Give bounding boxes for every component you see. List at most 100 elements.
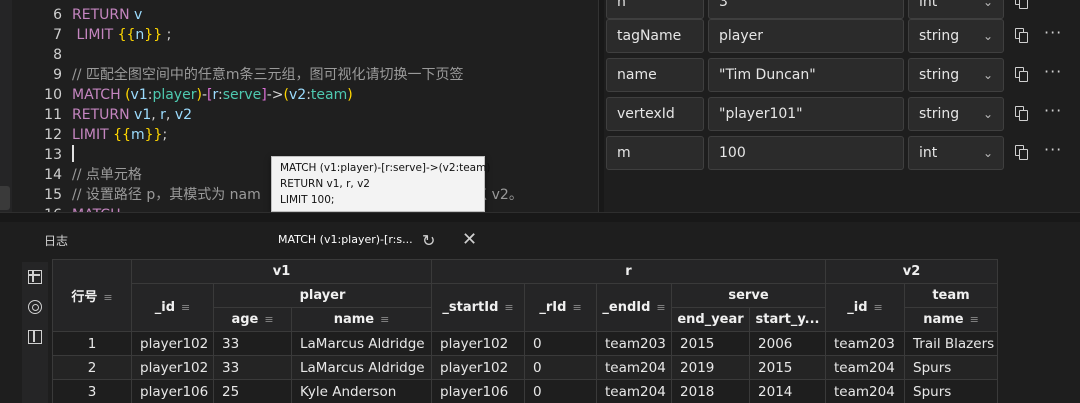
table-cell[interactable]: player102 — [431, 331, 526, 356]
header-name[interactable]: name ≡ — [290, 307, 433, 332]
header-v2-id[interactable]: _id ≡ — [825, 283, 906, 332]
table-cell[interactable]: 2006 — [749, 331, 827, 356]
table-cell[interactable]: 2018 — [671, 379, 751, 403]
table-cell[interactable]: 2014 — [749, 379, 827, 403]
code-line[interactable]: 8 — [0, 45, 598, 65]
sort-icon[interactable]: ≡ — [970, 313, 979, 326]
app-window: 6 RETURN v7 LIMIT {{n}} ; 8 9// 匹配全图空间中的任意m… — [0, 0, 1080, 403]
sort-icon[interactable]: ≡ — [656, 301, 665, 314]
table-cell[interactable]: LaMarcus Aldridge — [290, 355, 433, 380]
table-cell[interactable]: 2019 — [671, 355, 751, 380]
code-line[interactable]: 9 // 匹配全图空间中的任意m条三元组，图可视化请切换一下页签 — [0, 65, 598, 85]
copy-icon[interactable] — [1015, 28, 1029, 44]
header-start-year[interactable]: start_y... — [749, 307, 827, 332]
code-line[interactable]: 10 MATCH (v1:player)-[r:serve]->(v2:team) — [0, 85, 598, 105]
sort-icon[interactable]: ≡ — [504, 301, 513, 314]
result-table-container[interactable]: 行号 ≡ v1 r v2 _id ≡ player _startId ≡ _rId ≡ … — [52, 259, 1080, 403]
header-rownum[interactable]: 行号 ≡ — [52, 259, 132, 332]
param-value-field[interactable]: "player101" — [708, 97, 904, 131]
refresh-icon[interactable]: ↻ — [422, 231, 435, 250]
row-number-cell[interactable]: 2 — [52, 355, 132, 380]
param-type-select[interactable]: int ⌄ — [908, 0, 1004, 19]
header-age[interactable]: age ≡ — [213, 307, 292, 332]
param-type-select[interactable]: string ⌄ — [908, 97, 1004, 131]
sort-icon[interactable]: ≡ — [874, 301, 883, 314]
row-number-cell[interactable]: 3 — [52, 379, 132, 403]
code-line[interactable]: 6 RETURN v — [0, 5, 598, 25]
param-value-field[interactable]: player — [708, 19, 904, 53]
code-editor[interactable]: 6 RETURN v7 LIMIT {{n}} ; 8 9// 匹配全图空间中的任意m… — [0, 0, 598, 212]
more-icon[interactable]: ··· — [1044, 140, 1062, 159]
header-team-name[interactable]: name ≡ — [904, 307, 999, 332]
header-startId[interactable]: _startId ≡ — [431, 283, 526, 332]
tab-log[interactable]: 日志 — [44, 232, 68, 249]
table-cell[interactable]: 0 — [524, 331, 598, 356]
table-cell[interactable]: team203 — [825, 331, 906, 356]
header-v1-id[interactable]: _id ≡ — [131, 283, 214, 332]
table-cell[interactable]: LaMarcus Aldridge — [290, 331, 433, 356]
table-cell[interactable]: 0 — [524, 379, 598, 403]
sort-icon[interactable]: ≡ — [264, 313, 273, 326]
table-cell[interactable]: Kyle Anderson — [290, 379, 433, 403]
param-value-field[interactable]: 100 — [708, 136, 904, 170]
param-value-field[interactable]: 3 — [708, 0, 904, 19]
param-name-field[interactable]: name — [606, 58, 704, 92]
table-cell[interactable]: team204 — [825, 355, 906, 380]
copy-icon[interactable] — [1015, 145, 1029, 161]
param-name-field[interactable]: n — [606, 0, 704, 19]
param-name-field[interactable]: vertexId — [606, 97, 704, 131]
table-cell[interactable]: Spurs — [904, 355, 999, 380]
header-end-year[interactable]: end_year — [671, 307, 751, 332]
more-icon[interactable]: ··· — [1044, 23, 1062, 42]
json-view-icon[interactable] — [28, 330, 42, 344]
table-cell[interactable]: player102 — [131, 331, 214, 356]
param-name-field[interactable]: m — [606, 136, 704, 170]
param-type-select[interactable]: int ⌄ — [908, 136, 1004, 170]
table-cell[interactable]: 2015 — [671, 331, 751, 356]
sort-icon[interactable]: ≡ — [103, 291, 112, 304]
header-endId[interactable]: _endId ≡ — [596, 283, 673, 332]
table-cell[interactable]: 33 — [213, 355, 292, 380]
copy-icon[interactable] — [1015, 67, 1029, 83]
table-cell[interactable]: player106 — [431, 379, 526, 403]
more-icon[interactable]: ··· — [1044, 101, 1062, 120]
sort-icon[interactable]: ≡ — [572, 301, 581, 314]
table-cell[interactable]: team203 — [596, 331, 673, 356]
code-line[interactable]: 7 LIMIT {{n}} ; — [0, 25, 598, 45]
table-cell[interactable]: team204 — [825, 379, 906, 403]
close-icon[interactable]: ✕ — [462, 229, 477, 250]
table-row[interactable]: 2 player102 33 LaMarcus Aldridge player102 0 t… — [52, 355, 999, 380]
sort-icon[interactable]: ≡ — [181, 301, 190, 314]
copy-icon[interactable] — [1015, 106, 1029, 122]
more-icon[interactable]: ··· — [1044, 0, 1062, 8]
param-type-select[interactable]: string ⌄ — [908, 58, 1004, 92]
more-icon[interactable]: ··· — [1044, 62, 1062, 81]
param-name-field[interactable]: tagName — [606, 19, 704, 53]
code-line[interactable]: 11 RETURN v1, r, v2 — [0, 105, 598, 125]
table-cell[interactable]: Trail Blazers — [904, 331, 999, 356]
table-cell[interactable]: player102 — [131, 355, 214, 380]
table-cell[interactable]: Spurs — [904, 379, 999, 403]
table-cell[interactable]: 2015 — [749, 355, 827, 380]
table-view-icon[interactable] — [28, 270, 42, 284]
sort-icon[interactable]: ≡ — [380, 313, 389, 326]
table-cell[interactable]: player102 — [431, 355, 526, 380]
table-cell[interactable]: team204 — [596, 379, 673, 403]
table-row[interactable]: 1 player102 33 LaMarcus Aldridge player102 0 t… — [52, 331, 999, 356]
table-cell[interactable]: team204 — [596, 355, 673, 380]
panel-splitter[interactable] — [0, 212, 1080, 222]
tab-query-result[interactable]: MATCH (v1:player)-[r:s... ↻ ✕ — [262, 226, 490, 256]
header-rId[interactable]: _rId ≡ — [524, 283, 598, 332]
copy-icon[interactable] — [1015, 0, 1029, 10]
table-row[interactable]: 3 player106 25 Kyle Anderson player106 0 team2… — [52, 379, 999, 403]
table-cell[interactable]: 33 — [213, 331, 292, 356]
table-cell[interactable]: 0 — [524, 355, 598, 380]
graph-view-icon[interactable] — [28, 300, 42, 314]
code-line[interactable]: 12 LIMIT {{m}}; — [0, 125, 598, 145]
text-cursor — [72, 145, 74, 162]
table-cell[interactable]: 25 — [213, 379, 292, 403]
table-cell[interactable]: player106 — [131, 379, 214, 403]
row-number-cell[interactable]: 1 — [52, 331, 132, 356]
param-type-select[interactable]: string ⌄ — [908, 19, 1004, 53]
param-value-field[interactable]: "Tim Duncan" — [708, 58, 904, 92]
